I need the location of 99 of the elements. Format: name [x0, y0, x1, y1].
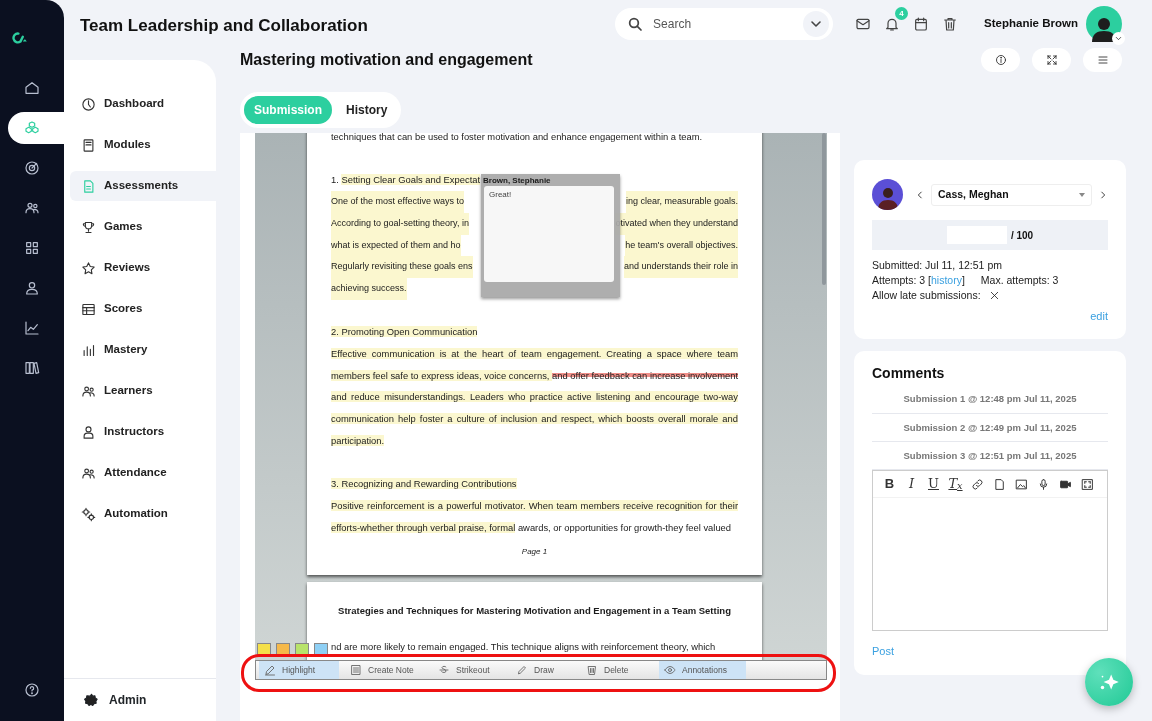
admin-link[interactable]: Admin [64, 678, 216, 721]
app-title: Team Leadership and Collaboration [80, 15, 368, 37]
tool-button[interactable]: Strikeout [433, 661, 505, 679]
late-submissions-label: Allow late submissions: [872, 288, 981, 303]
bold-button[interactable]: B [880, 475, 899, 494]
document-text: achieving success. [331, 277, 407, 300]
sidebar-item[interactable]: Mastery [70, 335, 216, 365]
attempts-text: Attempts: 3 [history] [872, 273, 965, 288]
scrollbar-thumb[interactable] [822, 133, 826, 285]
tool-button[interactable]: Create Note [345, 661, 427, 679]
users-icon [81, 465, 96, 481]
user-avatar[interactable] [1086, 6, 1122, 42]
document-text: what is expected of them and ho [331, 234, 461, 257]
notification-badge: 4 [895, 7, 909, 20]
sidebar-item[interactable]: Games [70, 212, 216, 242]
star-icon [81, 260, 96, 276]
section-heading: 2. Promoting Open Communication [331, 325, 479, 340]
book-icon [81, 137, 96, 153]
menu-button[interactable] [1083, 48, 1122, 72]
sidebar-item[interactable]: Attendance [70, 458, 216, 488]
document-text: One of the most effective ways to [331, 191, 464, 213]
submission-item[interactable]: Submission 1 @ 12:48 pm Jul 11, 2025 [872, 385, 1108, 414]
tool-button[interactable]: Annotations [659, 661, 746, 679]
table-icon [81, 301, 96, 317]
dropdown-button[interactable] [803, 11, 830, 37]
person-icon [81, 424, 96, 440]
document-text: ing clear, measurable goals. [625, 191, 738, 213]
document-paragraph: Positive reinforcement is a powerful motivator. When team members receive recognition for their efforts-whether through verbal praise, formal awards, or opportunities for growth-they feel valued [331, 498, 738, 535]
gauge-icon [81, 96, 96, 112]
tool-button[interactable]: Draw [511, 661, 575, 679]
tab[interactable]: History [336, 96, 398, 124]
search-input[interactable]: Search [651, 14, 796, 34]
search-icon [627, 16, 644, 32]
comments-title: Comments [872, 364, 946, 382]
trophy-icon [81, 219, 96, 235]
page-heading: Strategies and Techniques for Mastering Motivation and Engagement in a Team Setting [337, 604, 732, 618]
max-attempts-text: Max. attempts: 3 [980, 273, 1059, 288]
document-text: he team's overall objectives. [625, 234, 738, 257]
bar-chart-icon [81, 342, 96, 358]
sidebar-item[interactable]: Dashboard [70, 89, 216, 119]
document-paragraph: techniques that can be used to foster motivation and enhance engagement within a team. [331, 133, 704, 144]
user-name: Stephanie Brown [984, 16, 1078, 32]
submitted-text: Submitted: Jul 11, 12:51 pm [872, 258, 1003, 273]
sidebar-item[interactable]: Learners [70, 376, 216, 406]
document-paragraph: nd are more likely to remain engaged. This technique aligns with reinforcement theory, which [331, 639, 717, 654]
score-max: / 100 [1010, 228, 1034, 243]
trash-icon[interactable] [942, 16, 959, 32]
sidebar-item[interactable]: Scores [70, 294, 216, 324]
menu-icon [1096, 54, 1109, 66]
calendar-icon[interactable] [913, 16, 930, 32]
tool-button[interactable]: Delete [581, 661, 653, 679]
microphone-icon [1037, 477, 1050, 491]
italic-button[interactable]: I [902, 475, 921, 494]
page-number: Page 1 [520, 546, 549, 559]
bell-icon[interactable] [884, 16, 901, 32]
submission-item[interactable]: Submission 2 @ 12:49 pm Jul 11, 2025 [872, 413, 1108, 442]
expand-button[interactable] [1032, 48, 1071, 72]
tool-button[interactable]: Highlight [259, 661, 339, 679]
mail-icon[interactable] [855, 16, 872, 32]
document-text: According to goal-setting theory, in [331, 212, 469, 235]
info-icon [994, 54, 1007, 66]
info-button[interactable] [981, 48, 1020, 72]
pencil-icon [516, 664, 528, 676]
strikethrough-icon [438, 664, 450, 676]
image-icon [1015, 477, 1028, 491]
caret-icon [1079, 192, 1085, 197]
student-select[interactable]: Cass, Meghan [931, 183, 1092, 206]
document-text: Regularly revisiting these goals ens [331, 256, 473, 278]
fullscreen-icon [1081, 477, 1094, 491]
sidebar-item[interactable]: Modules [70, 130, 216, 160]
gear-icon [84, 692, 99, 708]
chevron-down-icon [1114, 34, 1123, 43]
annotation-text: Great! [484, 186, 614, 282]
gears-icon [81, 506, 96, 522]
users-icon [81, 383, 96, 399]
section-heading: 3. Recognizing and Rewarding Contributions [331, 477, 518, 492]
submission-item[interactable]: Submission 3 @ 12:51 pm Jul 11, 2025 [872, 441, 1108, 471]
trash-icon [586, 664, 598, 676]
pencil-icon [264, 664, 276, 676]
clear-format-button[interactable]: T$_{x}$ [946, 475, 965, 494]
annotation-author: Brown, Stephanie [483, 175, 552, 186]
document-text: and understands their role in [623, 256, 738, 278]
file-icon [993, 477, 1006, 491]
cubes-icon[interactable] [8, 112, 64, 144]
sidebar-item[interactable]: Assessments [70, 171, 216, 201]
expand-icon [1045, 54, 1058, 66]
note-icon [350, 664, 362, 676]
app-logo [12, 30, 28, 46]
eye-icon [664, 664, 676, 676]
annotation-popup[interactable]: Brown, Stephanie Great! [481, 174, 620, 297]
document-icon [81, 178, 96, 194]
sidebar-item[interactable]: Automation [70, 499, 216, 529]
page-title: Mastering motivation and engagement [240, 50, 533, 70]
underline-button[interactable]: U [924, 475, 943, 494]
search-field[interactable]: Search [615, 8, 834, 40]
sidebar-item[interactable]: Reviews [70, 253, 216, 283]
sidebar-item[interactable]: Instructors [70, 417, 216, 447]
link-icon [971, 477, 984, 491]
help-icon [24, 682, 40, 698]
